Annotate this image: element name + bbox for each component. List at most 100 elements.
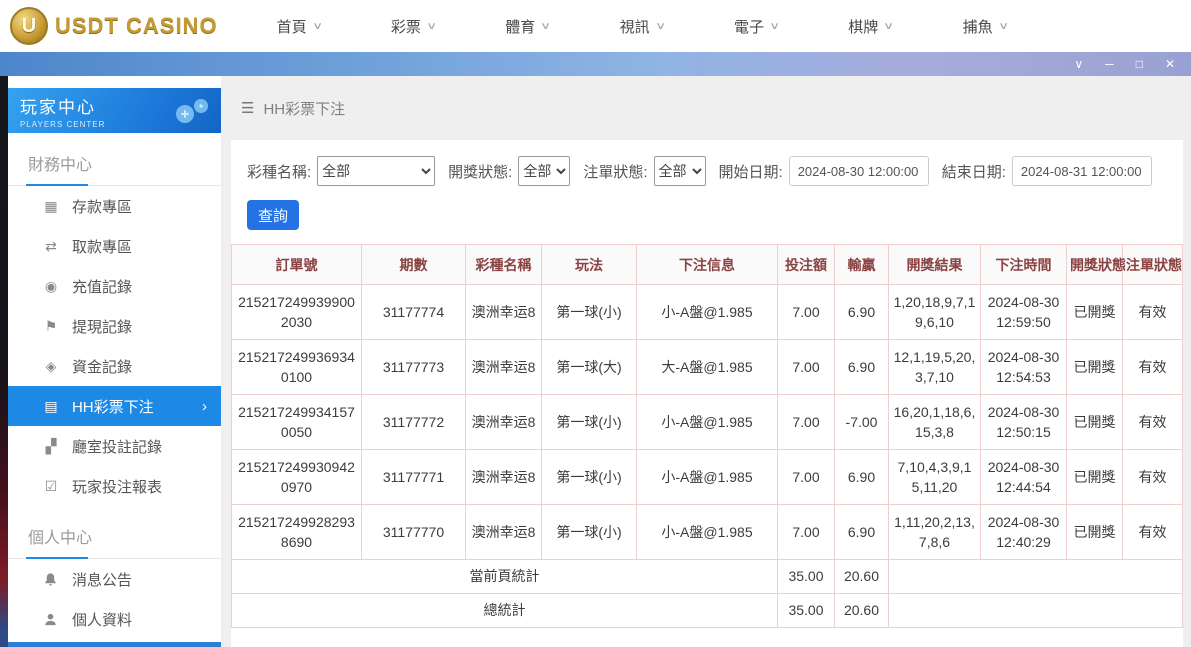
page-stats-win-loss: 20.60: [835, 560, 889, 594]
page-title: HH彩票下注: [263, 98, 345, 119]
cell-bet-time: 2024-08-30 12:59:50: [981, 285, 1067, 340]
cell-bet-time: 2024-08-30 12:50:15: [981, 395, 1067, 450]
cell-period: 31177772: [362, 395, 466, 450]
main-menu: 首頁∨ 彩票∨ 體育∨ 視訊∨ 電子∨ 棋牌∨ 捕魚∨: [242, 16, 1042, 37]
minimize-button[interactable]: ─: [1105, 58, 1114, 70]
sidebar-item-profile[interactable]: 個人資料: [8, 599, 221, 639]
cell-order-id: 2152172499369340100: [232, 340, 362, 395]
brand-logo[interactable]: U USDT CASINO: [10, 7, 218, 45]
hamburger-menu-icon[interactable]: ☰: [241, 99, 254, 117]
table-row: 2152172499399002030 31177774 澳洲幸运8 第一球(小…: [232, 285, 1183, 340]
sidebar-item-label: 資金記錄: [72, 356, 132, 377]
cell-order-id: 2152172499309420970: [232, 450, 362, 505]
table-row: 2152172499309420970 31177771 澳洲幸运8 第一球(小…: [232, 450, 1183, 505]
table-row: 2152172499282938690 31177770 澳洲幸运8 第一球(小…: [232, 505, 1183, 560]
end-date-input[interactable]: [1012, 156, 1152, 186]
cell-draw-status: 已開獎: [1067, 285, 1123, 340]
cell-draw-status: 已開獎: [1067, 505, 1123, 560]
cell-period: 31177773: [362, 340, 466, 395]
nav-item-live[interactable]: 視訊∨: [585, 16, 699, 37]
cell-period: 31177774: [362, 285, 466, 340]
cell-period: 31177770: [362, 505, 466, 560]
cell-bet-amount: 7.00: [778, 285, 835, 340]
lottery-name-select[interactable]: 全部: [317, 156, 435, 186]
filter-order-status: 注單狀態: 全部: [583, 156, 705, 186]
cell-order-id: 2152172499341570050: [232, 395, 362, 450]
maximize-button[interactable]: □: [1136, 58, 1143, 70]
close-button[interactable]: ✕: [1165, 58, 1175, 70]
header-bet-time: 下注時間: [981, 245, 1067, 285]
sidebar-item-recharge-records[interactable]: ◉ 充值記錄: [8, 266, 221, 306]
cell-order-status: 有效: [1123, 505, 1183, 560]
total-stats-label: 總統計: [232, 594, 778, 628]
cell-lottery-name: 澳洲幸运8: [466, 450, 542, 505]
usdt-coin-icon: U: [10, 7, 48, 45]
brand-name: USDT CASINO: [55, 13, 218, 39]
cell-order-status: 有效: [1123, 285, 1183, 340]
cell-play-type: 第一球(小): [542, 505, 637, 560]
recharge-record-icon: ◉: [42, 278, 60, 295]
filter-start-date: 開始日期:: [719, 156, 929, 186]
sidebar-item-funds-records[interactable]: ◈ 資金記錄: [8, 346, 221, 386]
cell-draw-result: 7,10,4,3,9,15,11,20: [889, 450, 981, 505]
sidebar-item-player-bet-report[interactable]: ☑ 玩家投注報表: [8, 466, 221, 506]
sidebar: 玩家中心 PLAYERS CENTER 財務中心 ▦ 存款專區 ⇄ 取款專區 ◉…: [8, 76, 221, 647]
chevron-down-icon: ∨: [883, 21, 894, 32]
nav-item-home[interactable]: 首頁∨: [242, 16, 356, 37]
cell-bet-info: 小-A盤@1.985: [637, 395, 778, 450]
sidebar-item-room-bet-records[interactable]: ▞ 廳室投註記錄: [8, 426, 221, 466]
cell-bet-time: 2024-08-30 12:44:54: [981, 450, 1067, 505]
header-win-loss: 輸贏: [835, 245, 889, 285]
page-stats-empty: [889, 560, 1183, 594]
cell-draw-status: 已開獎: [1067, 340, 1123, 395]
breadcrumb: ☰ HH彩票下注: [231, 76, 1183, 140]
header-draw-status: 開獎狀態: [1067, 245, 1123, 285]
chevron-down-icon: ∨: [998, 21, 1009, 32]
sidebar-item-label: HH彩票下注: [72, 396, 154, 417]
window-dropdown-icon[interactable]: ∨: [1074, 58, 1083, 70]
deposit-icon: ▦: [42, 198, 60, 215]
cell-win-loss: 6.90: [835, 340, 889, 395]
funds-record-icon: ◈: [42, 358, 60, 375]
draw-status-select[interactable]: 全部: [518, 156, 570, 186]
section-finance-center: 財務中心: [8, 145, 221, 186]
cell-lottery-name: 澳洲幸运8: [466, 505, 542, 560]
app-frame: 玩家中心 PLAYERS CENTER 財務中心 ▦ 存款專區 ⇄ 取款專區 ◉…: [0, 76, 1191, 647]
nav-item-slots[interactable]: 電子∨: [699, 16, 813, 37]
cell-draw-result: 12,1,19,5,20,3,7,10: [889, 340, 981, 395]
header-play-type: 玩法: [542, 245, 637, 285]
draw-status-label: 開獎狀態:: [448, 161, 512, 182]
order-status-select[interactable]: 全部: [654, 156, 706, 186]
sidebar-item-label: 廳室投註記錄: [72, 436, 162, 457]
room-bet-record-icon: ▞: [42, 438, 60, 455]
header-bet-amount: 投注額: [778, 245, 835, 285]
sidebar-item-deposit-area[interactable]: ▦ 存款專區: [8, 186, 221, 226]
header-bet-info: 下注信息: [637, 245, 778, 285]
start-date-label: 開始日期:: [719, 161, 783, 182]
cell-draw-status: 已開獎: [1067, 395, 1123, 450]
cell-bet-info: 小-A盤@1.985: [637, 285, 778, 340]
lottery-name-label: 彩種名稱:: [247, 161, 311, 182]
nav-item-lottery[interactable]: 彩票∨: [356, 16, 470, 37]
sidebar-item-announcements[interactable]: 消息公告: [8, 559, 221, 599]
nav-item-sports[interactable]: 體育∨: [470, 16, 584, 37]
sidebar-item-hh-lottery-bets[interactable]: ▤ HH彩票下注 ›: [8, 386, 221, 426]
nav-item-boardgames[interactable]: 棋牌∨: [813, 16, 927, 37]
page-stats-row: 當前頁統計 35.00 20.60: [232, 560, 1183, 594]
header-period: 期數: [362, 245, 466, 285]
sidebar-item-label: 取款專區: [72, 236, 132, 257]
sidebar-bottom-strip: [8, 642, 221, 647]
cell-bet-info: 小-A盤@1.985: [637, 450, 778, 505]
page-stats-bet-amount: 35.00: [778, 560, 835, 594]
sidebar-item-withdrawal-records[interactable]: ⚑ 提現記錄: [8, 306, 221, 346]
end-date-label: 結束日期:: [942, 161, 1006, 182]
sidebar-item-label: 玩家投注報表: [72, 476, 162, 497]
start-date-input[interactable]: [789, 156, 929, 186]
cell-bet-amount: 7.00: [778, 450, 835, 505]
bet-report-icon: ☑: [42, 478, 60, 495]
nav-item-fishing[interactable]: 捕魚∨: [928, 16, 1042, 37]
cell-win-loss: 6.90: [835, 505, 889, 560]
search-button[interactable]: 查詢: [247, 200, 299, 230]
sidebar-item-withdraw-area[interactable]: ⇄ 取款專區: [8, 226, 221, 266]
cell-lottery-name: 澳洲幸运8: [466, 340, 542, 395]
